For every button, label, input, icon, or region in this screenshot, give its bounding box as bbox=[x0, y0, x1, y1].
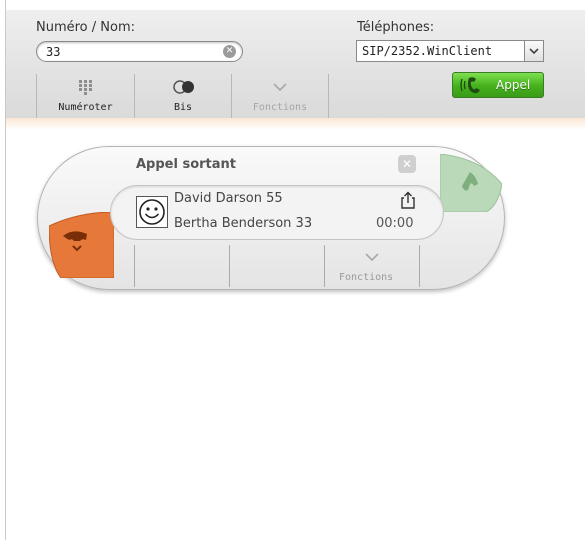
functions-button[interactable]: Fonctions bbox=[232, 74, 328, 118]
redial-button[interactable]: Bis bbox=[135, 74, 231, 118]
close-icon[interactable]: ✕ bbox=[398, 155, 416, 173]
call-button[interactable]: Appel bbox=[452, 72, 544, 98]
call-slot-2[interactable] bbox=[230, 245, 324, 287]
number-label: Numéro / Nom: bbox=[36, 20, 136, 35]
caller-name: David Darson 55 bbox=[174, 191, 283, 206]
smiley-icon bbox=[136, 196, 168, 228]
dial-button-label: Numéroter bbox=[58, 102, 113, 113]
chevron-down-icon[interactable] bbox=[524, 41, 543, 61]
hangup-icon[interactable] bbox=[49, 212, 114, 278]
call-button-label: Appel bbox=[496, 78, 531, 92]
clear-icon[interactable]: ✕ bbox=[223, 45, 236, 58]
callee-name: Bertha Benderson 33 bbox=[174, 216, 313, 231]
redial-button-label: Bis bbox=[173, 102, 193, 113]
redial-icon bbox=[173, 80, 194, 94]
phone-select-value: SIP/2352.WinClient bbox=[362, 44, 493, 58]
keypad-icon bbox=[79, 80, 92, 95]
toolbar-shadow bbox=[6, 118, 585, 130]
call-duration: 00:00 bbox=[376, 216, 414, 231]
call-functions-button[interactable]: Fonctions bbox=[325, 245, 419, 287]
call-slot-1[interactable] bbox=[135, 245, 229, 287]
call-functions-label: Fonctions bbox=[339, 272, 394, 283]
phone-select[interactable]: SIP/2352.WinClient bbox=[356, 40, 544, 62]
chevron-down-icon bbox=[365, 253, 379, 262]
number-input[interactable] bbox=[46, 43, 216, 60]
number-search-field[interactable]: ✕ bbox=[36, 41, 243, 62]
share-icon[interactable] bbox=[400, 191, 416, 209]
chevron-down-icon bbox=[273, 83, 287, 92]
functions-button-label: Fonctions bbox=[252, 102, 308, 113]
accept-call-icon[interactable] bbox=[440, 154, 502, 212]
dial-button[interactable]: Numéroter bbox=[37, 74, 134, 118]
phones-label: Téléphones: bbox=[357, 20, 435, 35]
call-title: Appel sortant bbox=[136, 157, 237, 172]
toolbar-separator bbox=[328, 74, 329, 118]
call-toolbar-separator bbox=[419, 245, 420, 287]
phone-icon bbox=[460, 77, 480, 94]
